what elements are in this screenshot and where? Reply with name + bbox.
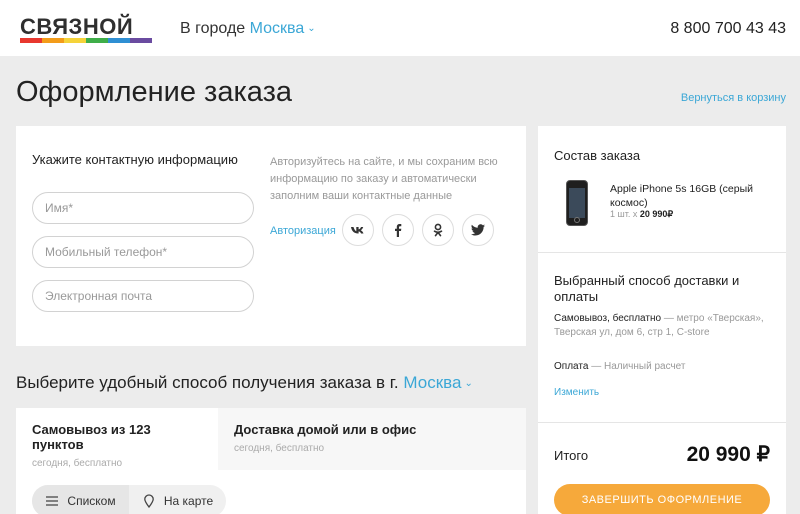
divider: [538, 252, 786, 253]
pickup-view-area: Списком На карте: [16, 470, 526, 514]
contact-title: Укажите контактную информацию: [32, 152, 238, 167]
total-value: 20 990 ₽: [686, 443, 770, 466]
phone-field[interactable]: [32, 236, 254, 268]
change-delivery-link[interactable]: Изменить: [554, 387, 599, 398]
facebook-icon[interactable]: [382, 214, 414, 246]
map-view-button[interactable]: На карте: [129, 485, 226, 514]
delivery-city-link[interactable]: Москва: [403, 373, 461, 392]
chevron-down-icon[interactable]: ⌄: [464, 378, 472, 389]
tab-subtitle: сегодня, бесплатно: [32, 458, 123, 469]
delivery-title: Выберите удобный способ получения заказа…: [16, 373, 473, 393]
payment-detail: — Наличный расчет: [591, 361, 686, 372]
tab-pickup[interactable]: Самовывоз из 123 пунктов сегодня, беспла…: [16, 408, 218, 470]
pickup-info: Самовывоз, бесплатно — метро «Тверская»,…: [554, 312, 778, 340]
tab-title: Самовывоз из 123 пунктов: [32, 422, 151, 452]
name-field[interactable]: [32, 192, 254, 224]
delivery-title-text: Выберите удобный способ получения заказа…: [16, 373, 399, 392]
vk-icon[interactable]: [342, 214, 374, 246]
order-summary-title: Состав заказа: [554, 148, 641, 163]
tab-subtitle: сегодня, бесплатно: [234, 443, 325, 454]
delivery-heading: Выбранный способ доставки и оплаты: [554, 273, 740, 304]
city-prefix: В городе: [180, 20, 246, 37]
view-toggle: Списком На карте: [32, 485, 226, 514]
map-pin-icon: [143, 494, 154, 508]
site-header: СВЯЗНОЙ В городе Москва ⌄ 8 800 700 43 43: [0, 0, 800, 56]
map-view-label: На карте: [163, 494, 214, 508]
page-title: Оформление заказа: [16, 76, 293, 108]
payment-info: Оплата — Наличный расчет: [554, 361, 685, 372]
contact-card: Укажите контактную информацию Авторизуйт…: [16, 126, 526, 346]
auth-link[interactable]: Авторизация: [270, 225, 336, 237]
product-name: Apple iPhone 5s 16GB (серый космос): [610, 183, 753, 209]
logo-stripe: [20, 38, 152, 43]
list-view-button[interactable]: Списком: [32, 485, 129, 514]
email-field[interactable]: [32, 280, 254, 312]
divider: [538, 422, 786, 423]
svyaznoy-logo[interactable]: СВЯЗНОЙ: [20, 14, 152, 44]
list-icon: [46, 496, 59, 506]
odnoklassniki-icon[interactable]: [422, 214, 454, 246]
pickup-label: Самовывоз, бесплатно: [554, 313, 662, 324]
product-qty-prefix: 1 шт. x: [610, 209, 638, 219]
logo-text: СВЯЗНОЙ: [20, 14, 134, 39]
product-image: [566, 180, 588, 226]
tab-home-delivery[interactable]: Доставка домой или в офис сегодня, беспл…: [218, 408, 526, 470]
total-label: Итого: [554, 448, 589, 463]
twitter-icon[interactable]: [462, 214, 494, 246]
delivery-tabs: Самовывоз из 123 пунктов сегодня, беспла…: [16, 408, 526, 470]
submit-order-button[interactable]: ЗАВЕРШИТЬ ОФОРМЛЕНИЕ: [554, 484, 770, 514]
city-link[interactable]: Москва: [250, 20, 305, 37]
tab-title: Доставка домой или в офис: [234, 422, 417, 437]
auth-note: Авторизуйтесь на сайте, и мы сохраним вс…: [270, 156, 498, 202]
order-summary-panel: Состав заказа Apple iPhone 5s 16GB (серы…: [538, 126, 786, 514]
phone-number[interactable]: 8 800 700 43 43: [670, 20, 786, 38]
back-to-cart-link[interactable]: Вернуться в корзину: [681, 92, 786, 104]
city-selector: В городе Москва ⌄: [180, 20, 316, 38]
list-view-label: Списком: [67, 494, 116, 508]
product-price: 20 990₽: [639, 209, 674, 219]
product-quantity: 1 шт. x 20 990₽: [610, 209, 673, 220]
chevron-down-icon[interactable]: ⌄: [307, 23, 315, 34]
payment-label: Оплата: [554, 361, 589, 372]
